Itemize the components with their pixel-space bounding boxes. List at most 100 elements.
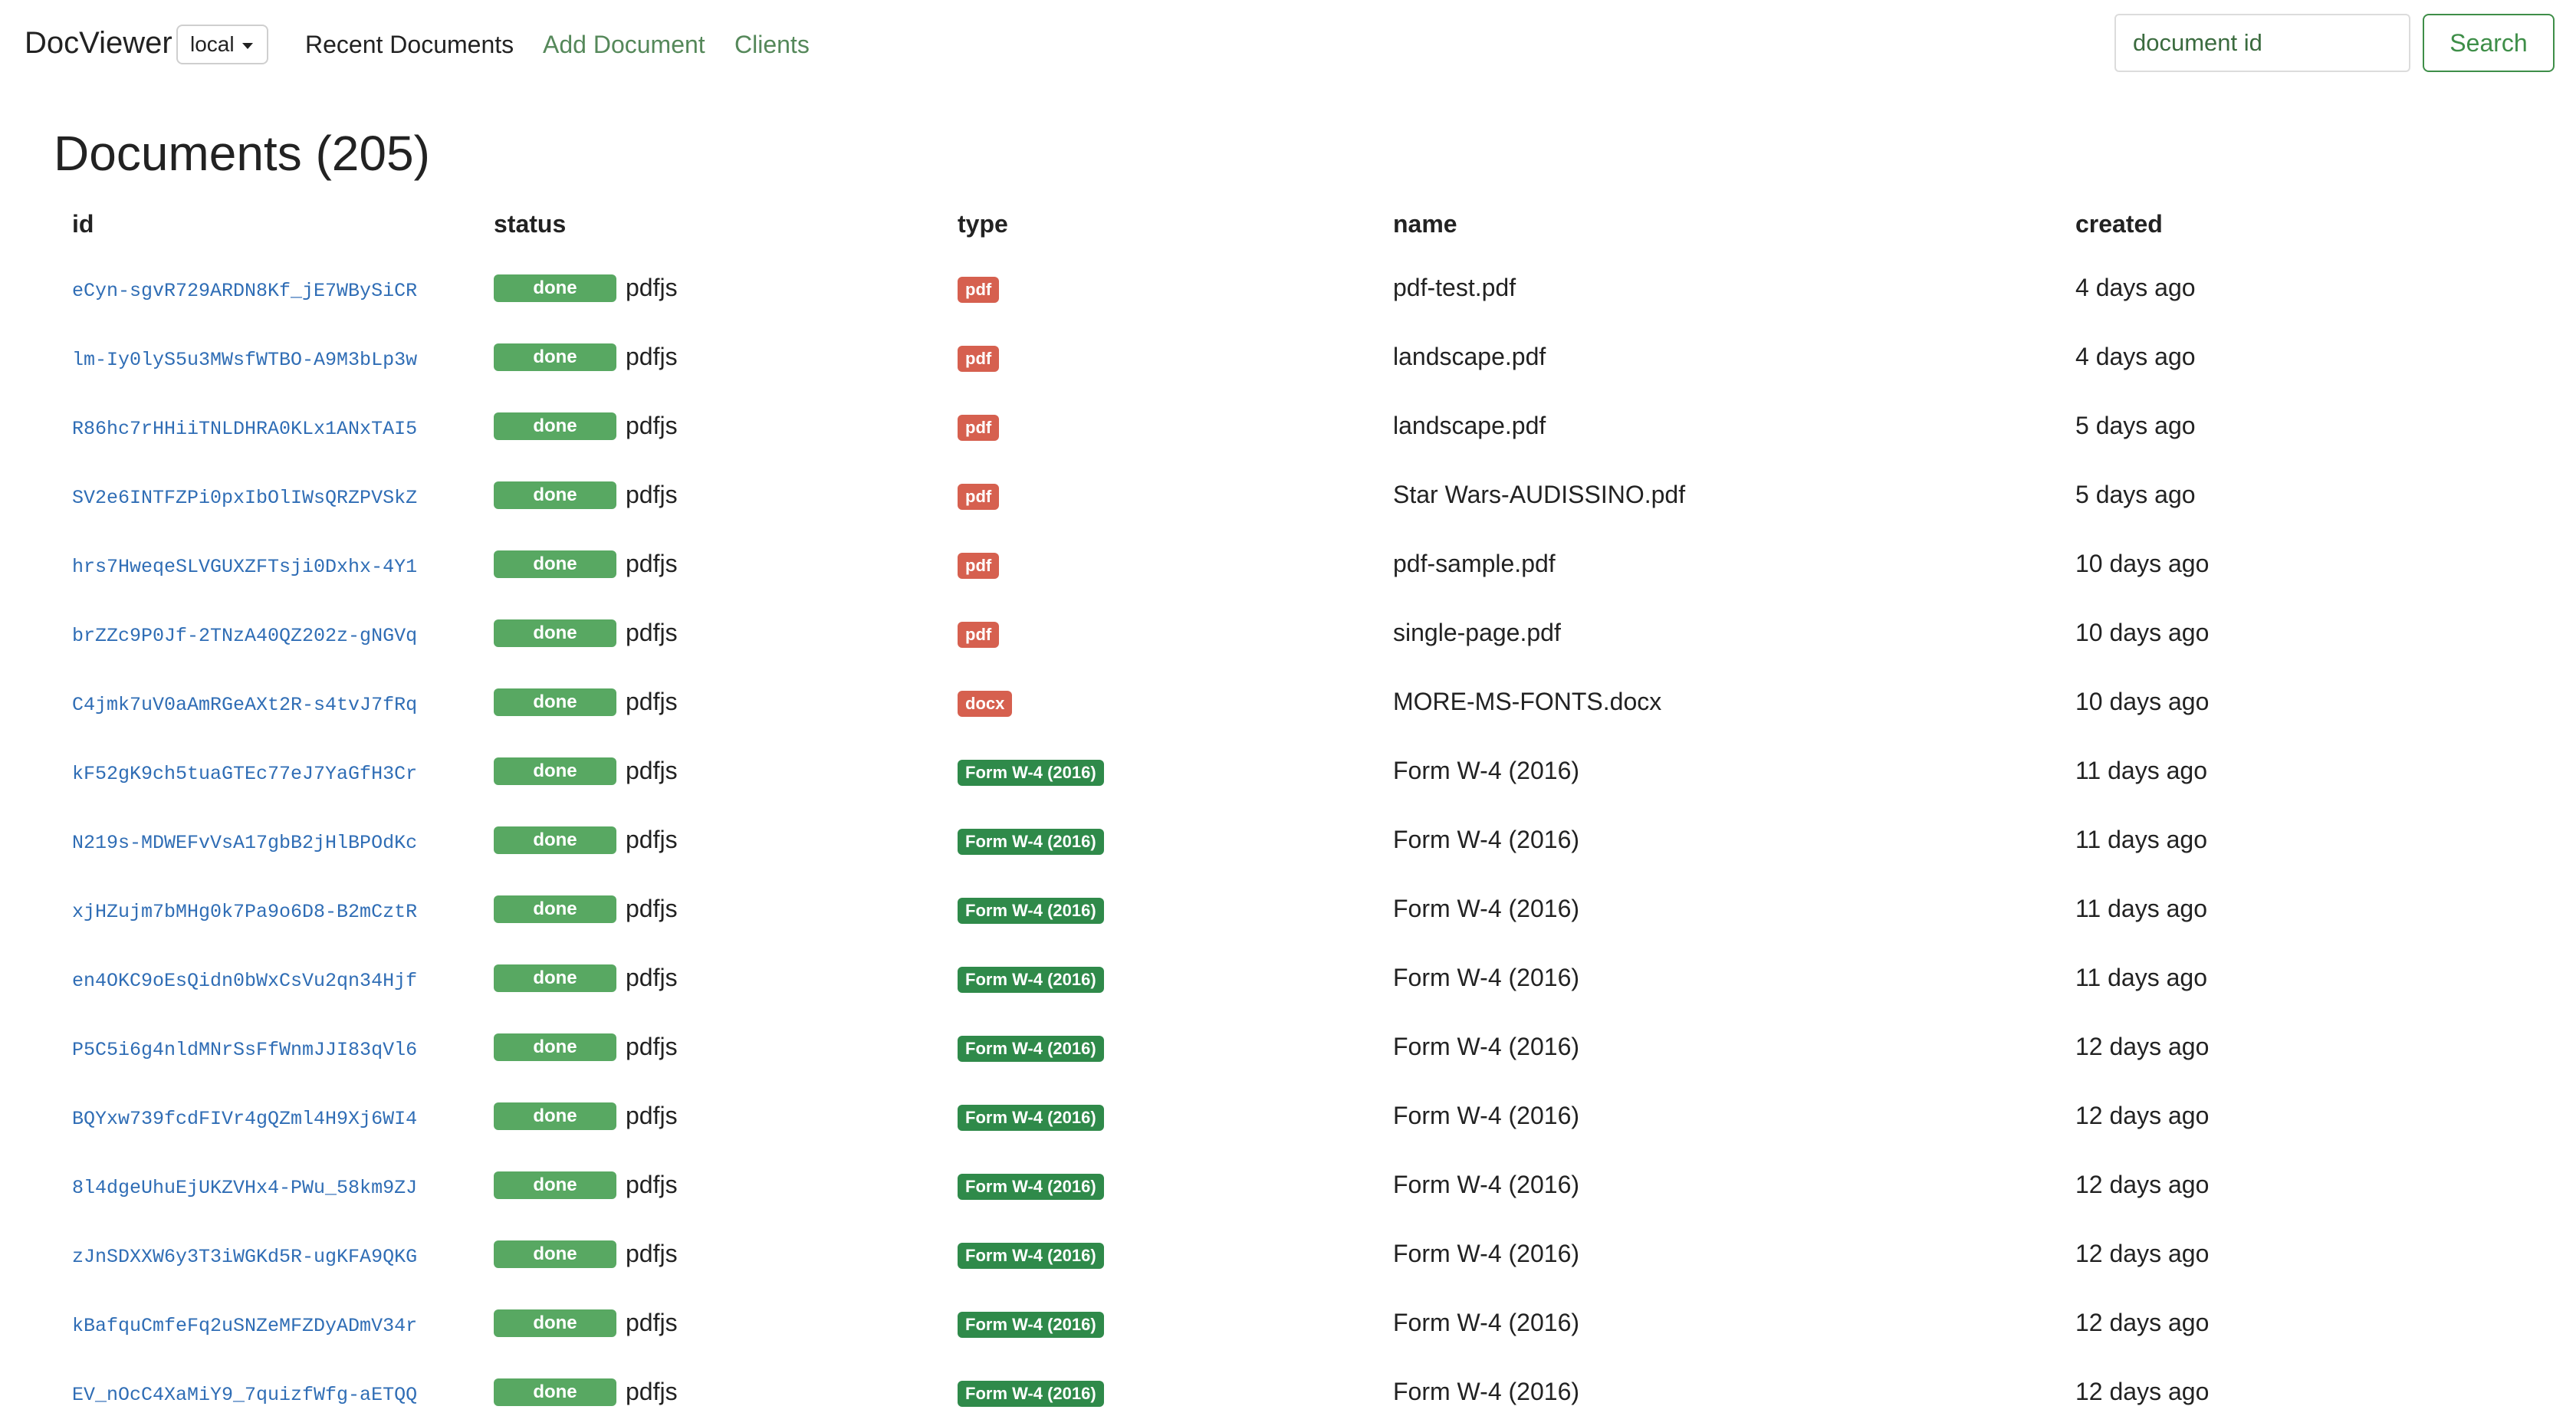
- status-badge: done: [494, 619, 616, 648]
- cell-id: zJnSDXXW6y3T3iWGKd5R-ugKFA9QKG: [54, 1219, 475, 1288]
- cell-name: Form W-4 (2016): [1393, 1032, 1580, 1060]
- cell-status: done pdfjs: [475, 805, 939, 874]
- document-id-search-input[interactable]: [2114, 14, 2410, 72]
- cell-type: Form W-4 (2016): [939, 1081, 1375, 1150]
- table-row: xjHZujm7bMHg0k7Pa9o6D8-B2mCztR done pdfjs F…: [54, 874, 2538, 943]
- status-badge: done: [494, 1309, 616, 1338]
- document-id-link[interactable]: en4OKC9oEsQidn0bWxCsVu2qn34Hjf: [72, 970, 417, 992]
- cell-id: eCyn-sgvR729ARDN8Kf_jE7WBySiCR: [54, 253, 475, 322]
- document-id-link[interactable]: BQYxw739fcdFIVr4gQZml4H9Xj6WI4: [72, 1108, 417, 1130]
- document-id-link[interactable]: lm-Iy0lyS5u3MWsfWTBO-A9M3bLp3w: [72, 349, 417, 371]
- cell-name: Form W-4 (2016): [1393, 1377, 1580, 1405]
- type-badge: Form W-4 (2016): [958, 1173, 1104, 1200]
- brand-logo[interactable]: DocViewer: [25, 25, 172, 61]
- cell-created: 12 days ago: [2075, 1377, 2210, 1405]
- cell-id: P5C5i6g4nldMNrSsFfWnmJJI83qVl6: [54, 1012, 475, 1081]
- cell-created: 5 days ago: [2075, 480, 2196, 508]
- cell-name: Form W-4 (2016): [1393, 825, 1580, 853]
- document-id-link[interactable]: R86hc7rHHiiTNLDHRA0KLx1ANxTAI5: [72, 418, 417, 440]
- cell-created: 11 days ago: [2075, 825, 2207, 853]
- document-id-link[interactable]: kBafquCmfeFq2uSNZeMFZDyADmV34r: [72, 1315, 417, 1337]
- document-id-link[interactable]: hrs7HweqeSLVGUXZFTsji0Dxhx-4Y1: [72, 556, 417, 578]
- cell-created: 10 days ago: [2075, 687, 2210, 715]
- cell-status: done pdfjs: [475, 598, 939, 667]
- document-id-link[interactable]: N219s-MDWEFvVsA17gbB2jHlBPOdKc: [72, 832, 417, 854]
- nav-clients[interactable]: Clients: [734, 29, 810, 60]
- cell-type: Form W-4 (2016): [939, 943, 1375, 1012]
- cell-created: 12 days ago: [2075, 1032, 2210, 1060]
- search-button[interactable]: Search: [2423, 14, 2555, 72]
- cell-created: 11 days ago: [2075, 894, 2207, 922]
- cell-type: Form W-4 (2016): [939, 805, 1375, 874]
- cell-created: 10 days ago: [2075, 549, 2210, 577]
- cell-type: pdf: [939, 322, 1375, 391]
- type-badge: pdf: [958, 276, 1000, 303]
- status-badge: done: [494, 1033, 616, 1062]
- table-row: zJnSDXXW6y3T3iWGKd5R-ugKFA9QKG done pdfjs F…: [54, 1219, 2538, 1288]
- engine-label: pdfjs: [626, 1309, 678, 1337]
- table-row: en4OKC9oEsQidn0bWxCsVu2qn34Hjf done pdfjs F…: [54, 943, 2538, 1012]
- cell-name: landscape.pdf: [1393, 411, 1546, 439]
- cell-name: landscape.pdf: [1393, 342, 1546, 370]
- status-badge: done: [494, 412, 616, 441]
- engine-label: pdfjs: [626, 481, 678, 509]
- cell-status: done pdfjs: [475, 1288, 939, 1357]
- table-row: brZZc9P0Jf-2TNzA40QZ202z-gNGVq done pdfjs p…: [54, 598, 2538, 667]
- document-id-link[interactable]: zJnSDXXW6y3T3iWGKd5R-ugKFA9QKG: [72, 1246, 417, 1268]
- cell-id: EV_nOcC4XaMiY9_7quizfWfg-aETQQ: [54, 1357, 475, 1426]
- cell-name: pdf-test.pdf: [1393, 273, 1516, 301]
- engine-label: pdfjs: [626, 826, 678, 854]
- cell-status: done pdfjs: [475, 529, 939, 598]
- cell-status: done pdfjs: [475, 253, 939, 322]
- document-id-link[interactable]: C4jmk7uV0aAmRGeAXt2R-s4tvJ7fRq: [72, 694, 417, 716]
- document-id-link[interactable]: 8l4dgeUhuEjUKZVHx4-PWu_58km9ZJ: [72, 1177, 417, 1199]
- engine-label: pdfjs: [626, 1378, 678, 1406]
- cell-created: 10 days ago: [2075, 618, 2210, 646]
- engine-label: pdfjs: [626, 412, 678, 440]
- cell-id: brZZc9P0Jf-2TNzA40QZ202z-gNGVq: [54, 598, 475, 667]
- type-badge: Form W-4 (2016): [958, 1242, 1104, 1269]
- navbar: DocViewer local Recent Documents Add Doc…: [0, 0, 2576, 86]
- engine-label: pdfjs: [626, 343, 678, 371]
- table-row: eCyn-sgvR729ARDN8Kf_jE7WBySiCR done pdfjs p…: [54, 253, 2538, 322]
- cell-created: 12 days ago: [2075, 1308, 2210, 1336]
- cell-status: done pdfjs: [475, 391, 939, 460]
- table-row: lm-Iy0lyS5u3MWsfWTBO-A9M3bLp3w done pdfjs p…: [54, 322, 2538, 391]
- cell-created: 5 days ago: [2075, 411, 2196, 439]
- nav-add-document[interactable]: Add Document: [543, 29, 705, 60]
- document-id-link[interactable]: SV2e6INTFZPi0pxIbOlIWsQRZPVSkZ: [72, 487, 417, 509]
- table-row: C4jmk7uV0aAmRGeAXt2R-s4tvJ7fRq done pdfjs d…: [54, 667, 2538, 736]
- cell-id: R86hc7rHHiiTNLDHRA0KLx1ANxTAI5: [54, 391, 475, 460]
- document-id-link[interactable]: xjHZujm7bMHg0k7Pa9o6D8-B2mCztR: [72, 901, 417, 923]
- environment-select[interactable]: local: [176, 25, 268, 64]
- document-id-link[interactable]: P5C5i6g4nldMNrSsFfWnmJJI83qVl6: [72, 1039, 417, 1061]
- cell-id: SV2e6INTFZPi0pxIbOlIWsQRZPVSkZ: [54, 460, 475, 529]
- table-row: P5C5i6g4nldMNrSsFfWnmJJI83qVl6 done pdfjs F…: [54, 1012, 2538, 1081]
- table-row: SV2e6INTFZPi0pxIbOlIWsQRZPVSkZ done pdfjs p…: [54, 460, 2538, 529]
- cell-id: 8l4dgeUhuEjUKZVHx4-PWu_58km9ZJ: [54, 1150, 475, 1219]
- cell-type: pdf: [939, 598, 1375, 667]
- type-badge: pdf: [958, 483, 1000, 510]
- table-row: EV_nOcC4XaMiY9_7quizfWfg-aETQQ done pdfjs F…: [54, 1357, 2538, 1426]
- engine-label: pdfjs: [626, 1171, 678, 1199]
- column-header-name: name: [1393, 210, 1457, 238]
- cell-status: done pdfjs: [475, 460, 939, 529]
- cell-created: 4 days ago: [2075, 273, 2196, 301]
- document-id-link[interactable]: eCyn-sgvR729ARDN8Kf_jE7WBySiCR: [72, 280, 417, 302]
- cell-name: Form W-4 (2016): [1393, 1239, 1580, 1267]
- status-badge: done: [494, 1102, 616, 1131]
- cell-status: done pdfjs: [475, 1219, 939, 1288]
- cell-status: done pdfjs: [475, 1150, 939, 1219]
- status-badge: done: [494, 1240, 616, 1269]
- cell-id: BQYxw739fcdFIVr4gQZml4H9Xj6WI4: [54, 1081, 475, 1150]
- document-id-link[interactable]: brZZc9P0Jf-2TNzA40QZ202z-gNGVq: [72, 625, 417, 647]
- nav-recent-documents[interactable]: Recent Documents: [305, 29, 514, 60]
- type-badge: Form W-4 (2016): [958, 1380, 1104, 1407]
- engine-label: pdfjs: [626, 274, 678, 302]
- engine-label: pdfjs: [626, 1033, 678, 1061]
- document-id-link[interactable]: EV_nOcC4XaMiY9_7quizfWfg-aETQQ: [72, 1384, 417, 1406]
- table-body: eCyn-sgvR729ARDN8Kf_jE7WBySiCRdone pdfjs p…: [54, 253, 2538, 1426]
- document-id-link[interactable]: kF52gK9ch5tuaGTEc77eJ7YaGfH3Cr: [72, 763, 417, 785]
- page-title: Documents (205): [54, 126, 430, 181]
- cell-type: Form W-4 (2016): [939, 1012, 1375, 1081]
